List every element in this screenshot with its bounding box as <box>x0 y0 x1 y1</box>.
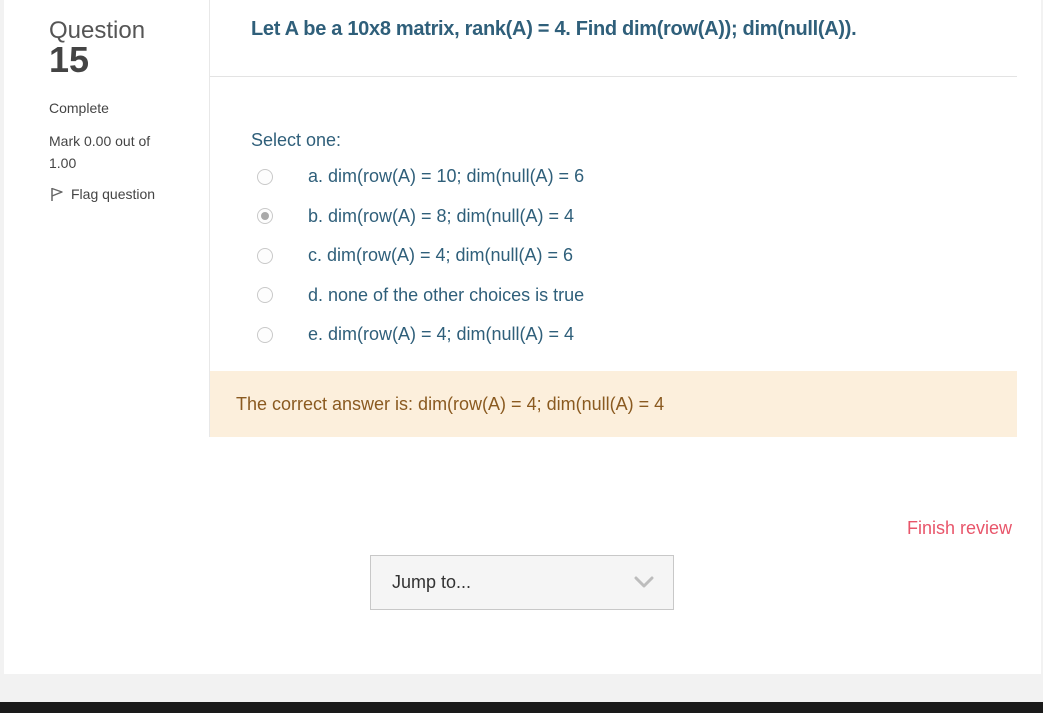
jump-to-select[interactable]: Jump to... <box>370 555 674 610</box>
finish-review-link[interactable]: Finish review <box>907 518 1012 539</box>
jump-to-label: Jump to... <box>392 572 472 592</box>
question-text: Let A be a 10x8 matrix, rank(A) = 4. Fin… <box>251 18 857 40</box>
answer-option-b[interactable]: b. dim(row(A) = 8; dim(null(A) = 4 <box>256 197 584 237</box>
chevron-down-icon <box>633 574 655 590</box>
question-grade: Mark 0.00 out of 1.00 <box>49 133 151 171</box>
answer-option-d[interactable]: d. none of the other choices is true <box>256 276 584 316</box>
divider <box>210 76 1017 77</box>
right-answer-text: The correct answer is: dim(row(A) = 4; d… <box>236 393 665 414</box>
footer-bar <box>0 702 1043 713</box>
flag-question-label: Flag question <box>71 186 156 202</box>
answer-label-e: e. dim(row(A) = 4; dim(null(A) = 4 <box>308 324 575 345</box>
answer-option-c[interactable]: c. dim(row(A) = 4; dim(null(A) = 6 <box>256 236 584 276</box>
answer-list: a. dim(row(A) = 10; dim(null(A) = 6 b. d… <box>256 157 584 355</box>
answer-option-e[interactable]: e. dim(row(A) = 4; dim(null(A) = 4 <box>256 315 584 355</box>
page: Question 15 Complete Mark 0.00 out of 1.… <box>4 0 1041 674</box>
answer-label-b: b. dim(row(A) = 8; dim(null(A) = 4 <box>308 205 575 226</box>
answer-label-c: c. dim(row(A) = 4; dim(null(A) = 6 <box>308 245 574 266</box>
question-number: 15 <box>49 39 90 80</box>
flag-question-button[interactable]: Flag question <box>49 186 209 202</box>
radio-button-c[interactable] <box>257 247 273 264</box>
radio-button-a[interactable] <box>257 168 273 185</box>
flag-icon <box>49 186 65 202</box>
answer-label-d: d. none of the other choices is true <box>308 284 585 305</box>
select-prompt: Select one: <box>251 130 342 150</box>
answer-label-a: a. dim(row(A) = 10; dim(null(A) = 6 <box>308 166 585 187</box>
question-content: Let A be a 10x8 matrix, rank(A) = 4. Fin… <box>209 0 1017 437</box>
radio-button-d[interactable] <box>257 287 273 304</box>
answer-option-a[interactable]: a. dim(row(A) = 10; dim(null(A) = 6 <box>256 157 584 197</box>
question-info: Question 15 Complete Mark 0.00 out of 1.… <box>49 18 209 203</box>
feedback-box: The correct answer is: dim(row(A) = 4; d… <box>210 371 1017 437</box>
radio-button-b[interactable] <box>257 208 273 225</box>
radio-button-e[interactable] <box>257 326 273 343</box>
question-state: Complete <box>49 100 109 116</box>
